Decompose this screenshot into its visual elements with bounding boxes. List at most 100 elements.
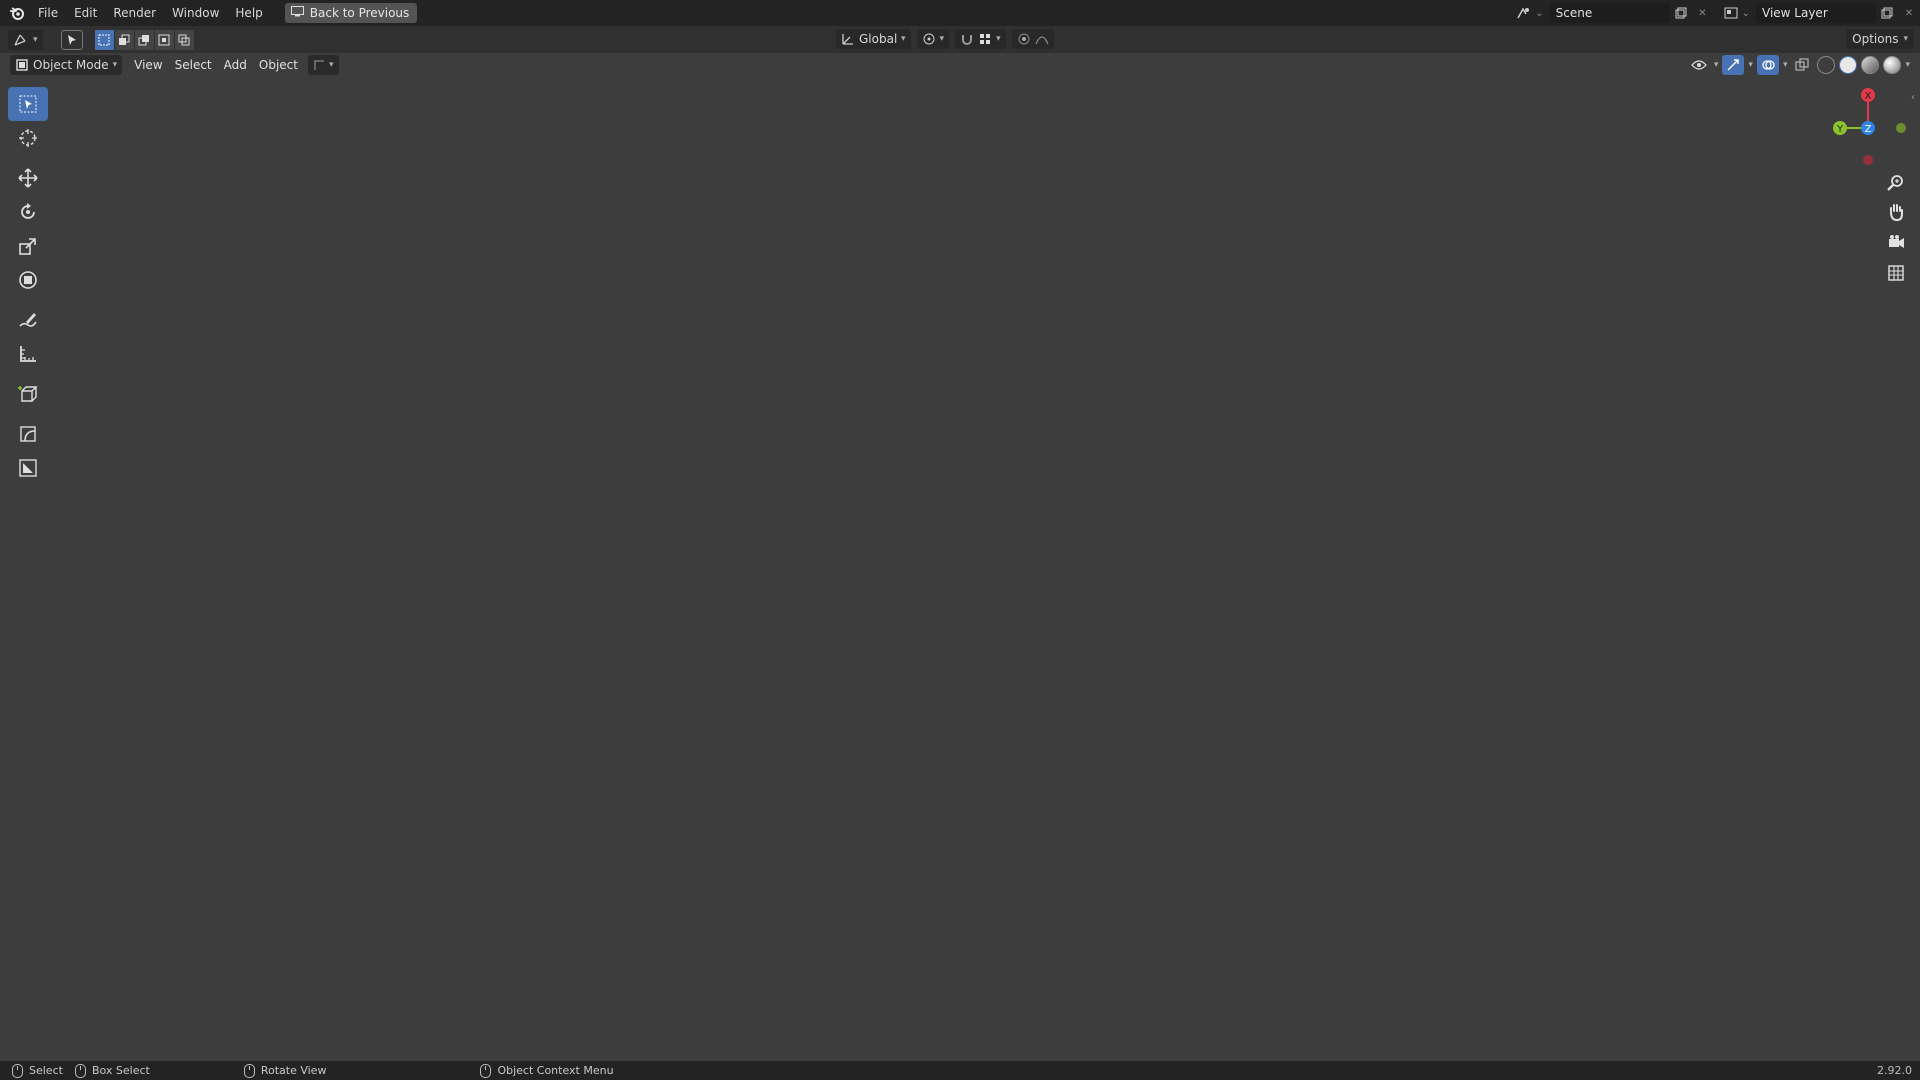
gizmo-toggle-icon[interactable] <box>1722 55 1745 75</box>
menu-help[interactable]: Help <box>227 3 270 23</box>
sidebar-toggle-icon[interactable]: ‹ <box>1911 92 1915 103</box>
transform-affect-dropdown[interactable]: ▾ <box>307 55 339 75</box>
chevron-down-icon: ▾ <box>112 60 118 70</box>
overlays-toggle-icon[interactable] <box>1756 55 1779 75</box>
annotate-tool[interactable] <box>8 303 48 337</box>
viewport-display-controls: ▾ ▾ ▾ ▾ <box>1688 55 1910 75</box>
move-tool[interactable] <box>8 161 48 195</box>
delete-scene-icon[interactable]: ✕ <box>1692 3 1714 23</box>
chevron-down-icon: ⌄ <box>1535 7 1544 19</box>
visibility-eye-icon[interactable] <box>1688 55 1710 75</box>
orientation-label: Global <box>859 32 898 46</box>
select-box-tool[interactable] <box>8 87 48 121</box>
menu-edit[interactable]: Edit <box>66 3 105 23</box>
measure-icon <box>20 346 36 362</box>
grid-line <box>0 148 1920 149</box>
transform-settings: Global ▾ ▾ ▾ <box>836 29 1054 49</box>
menu-file[interactable]: File <box>30 3 66 23</box>
chevron-down-icon: ▾ <box>939 34 945 44</box>
rendered-shading-icon[interactable] <box>1883 56 1902 74</box>
chevron-down-icon: ▾ <box>1905 60 1910 70</box>
version-label: 2.92.0 <box>1877 1064 1912 1077</box>
blender-logo-icon[interactable] <box>4 0 30 26</box>
transform-orientation-dropdown[interactable]: Global ▾ <box>836 29 911 49</box>
status-rotate: Rotate View <box>243 1063 326 1078</box>
3d-viewport[interactable] <box>0 53 1920 1061</box>
menu-render[interactable]: Render <box>105 3 164 23</box>
chevron-down-icon: ⌄ <box>1741 7 1750 19</box>
negative-x-handle[interactable] <box>1863 155 1873 165</box>
object-menu[interactable]: Object <box>253 55 304 75</box>
proportional-edit-icon <box>1018 33 1030 45</box>
grid-line <box>172 53 173 1061</box>
add-menu[interactable]: Add <box>218 55 253 75</box>
delete-view-layer-icon[interactable]: ✕ <box>1898 3 1920 23</box>
menu-window[interactable]: Window <box>164 3 227 23</box>
ortho-toggle-button[interactable] <box>1882 259 1910 287</box>
navigation-gizmo[interactable]: X Y Z <box>1820 85 1920 175</box>
magnet-icon <box>962 35 973 45</box>
transform-icon <box>19 271 37 289</box>
scene-field[interactable]: Scene <box>1549 3 1670 23</box>
back-to-previous-button[interactable]: Back to Previous <box>284 3 418 23</box>
proportional-editing-toggle[interactable] <box>1011 29 1054 49</box>
xray-toggle-icon[interactable] <box>1791 55 1813 75</box>
select-invert-mode-icon[interactable] <box>154 29 174 50</box>
add-cube-tool[interactable] <box>8 377 48 411</box>
scene-name: Scene <box>1555 6 1593 20</box>
scale-icon <box>19 238 36 255</box>
chevron-down-icon: ▾ <box>996 34 1001 44</box>
edit-tool[interactable] <box>8 451 48 485</box>
cursor-icon <box>19 129 37 147</box>
back-to-previous-label: Back to Previous <box>309 6 410 20</box>
wireframe-shading-icon[interactable] <box>1817 56 1836 74</box>
select-menu[interactable]: Select <box>169 55 218 75</box>
editor-type-dropdown[interactable]: ▾ <box>8 29 43 50</box>
rotate-tool[interactable] <box>8 195 48 229</box>
middle-mouse-icon <box>243 1063 255 1078</box>
right-mouse-icon <box>480 1063 492 1078</box>
grid-line <box>556 53 557 1061</box>
transform-tool[interactable] <box>8 263 48 297</box>
new-scene-icon[interactable] <box>1670 3 1692 23</box>
shear-tool[interactable] <box>8 417 48 451</box>
status-context-label: Object Context Menu <box>497 1064 614 1077</box>
affect-only-icon <box>314 60 324 70</box>
mode-dropdown[interactable]: Object Mode ▾ <box>10 55 123 75</box>
falloff-curve-icon <box>1034 36 1049 45</box>
x-axis-label: X <box>1865 91 1872 102</box>
select-subtract-mode-icon[interactable] <box>134 29 154 50</box>
select-new-mode-icon[interactable] <box>94 29 114 50</box>
scale-tool[interactable] <box>8 229 48 263</box>
scene-browse-icon[interactable] <box>1513 3 1535 23</box>
view-layer-field[interactable]: View Layer <box>1756 3 1876 23</box>
pan-button[interactable] <box>1882 198 1910 226</box>
view-layer-browse-icon[interactable] <box>1720 3 1742 23</box>
left-mouse-icon <box>12 1063 23 1078</box>
edit-icon <box>19 459 37 477</box>
measure-tool[interactable] <box>8 337 48 371</box>
cursor-tool[interactable] <box>8 121 48 155</box>
negative-y-handle[interactable] <box>1896 123 1906 133</box>
select-extend-mode-icon[interactable] <box>114 29 134 50</box>
status-box-select: Box Select <box>74 1063 150 1078</box>
drag-mouse-icon <box>74 1063 86 1078</box>
view-menu[interactable]: View <box>128 55 168 75</box>
snap-toggle[interactable]: ▾ <box>955 29 1006 49</box>
solid-shading-icon[interactable] <box>1839 56 1858 74</box>
camera-view-button[interactable] <box>1882 228 1910 256</box>
options-dropdown[interactable]: Options ▾ <box>1846 29 1914 49</box>
chevron-down-icon: ▾ <box>33 34 38 45</box>
viewport-header: Object Mode ▾ View Select Add Object ▾ ▾… <box>0 53 1920 77</box>
pivot-point-dropdown[interactable]: ▾ <box>916 29 950 49</box>
active-tool-icon[interactable] <box>60 29 83 50</box>
top-menu-bar: File Edit Render Window Help Back to Pre… <box>0 0 1920 26</box>
new-view-layer-icon[interactable] <box>1876 3 1898 23</box>
move-icon <box>18 168 38 188</box>
material-preview-icon[interactable] <box>1861 56 1880 74</box>
select-intersect-mode-icon[interactable] <box>174 29 194 50</box>
mouse-mesh-model[interactable] <box>0 53 1920 1061</box>
workspace-selectors: ⌄ Scene ✕ ⌄ View Layer ✕ <box>1513 0 1920 26</box>
status-bar: Select Box Select Rotate View Object Con… <box>0 1061 1920 1080</box>
zoom-button[interactable] <box>1882 169 1910 197</box>
